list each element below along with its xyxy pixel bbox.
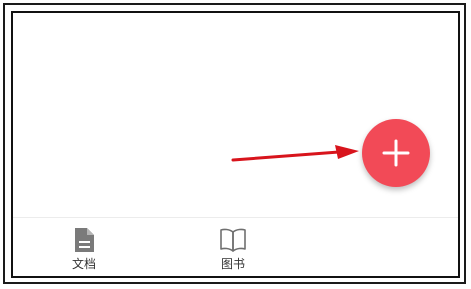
nav-item-books[interactable]: 图书 [203, 226, 263, 271]
document-icon [73, 226, 95, 254]
nav-label-documents: 文档 [71, 257, 96, 271]
nav-label-books: 图书 [220, 257, 245, 271]
plus-icon [382, 139, 410, 167]
add-fab-button[interactable] [362, 119, 430, 187]
bottom-nav: 文档 图书 [13, 217, 458, 276]
book-icon [219, 226, 247, 254]
screenshot-frame: 文档 图书 [0, 0, 471, 289]
nav-item-documents[interactable]: 文档 [54, 226, 114, 271]
red-arrow-icon [231, 145, 361, 175]
app-screen: 文档 图书 [11, 11, 460, 278]
